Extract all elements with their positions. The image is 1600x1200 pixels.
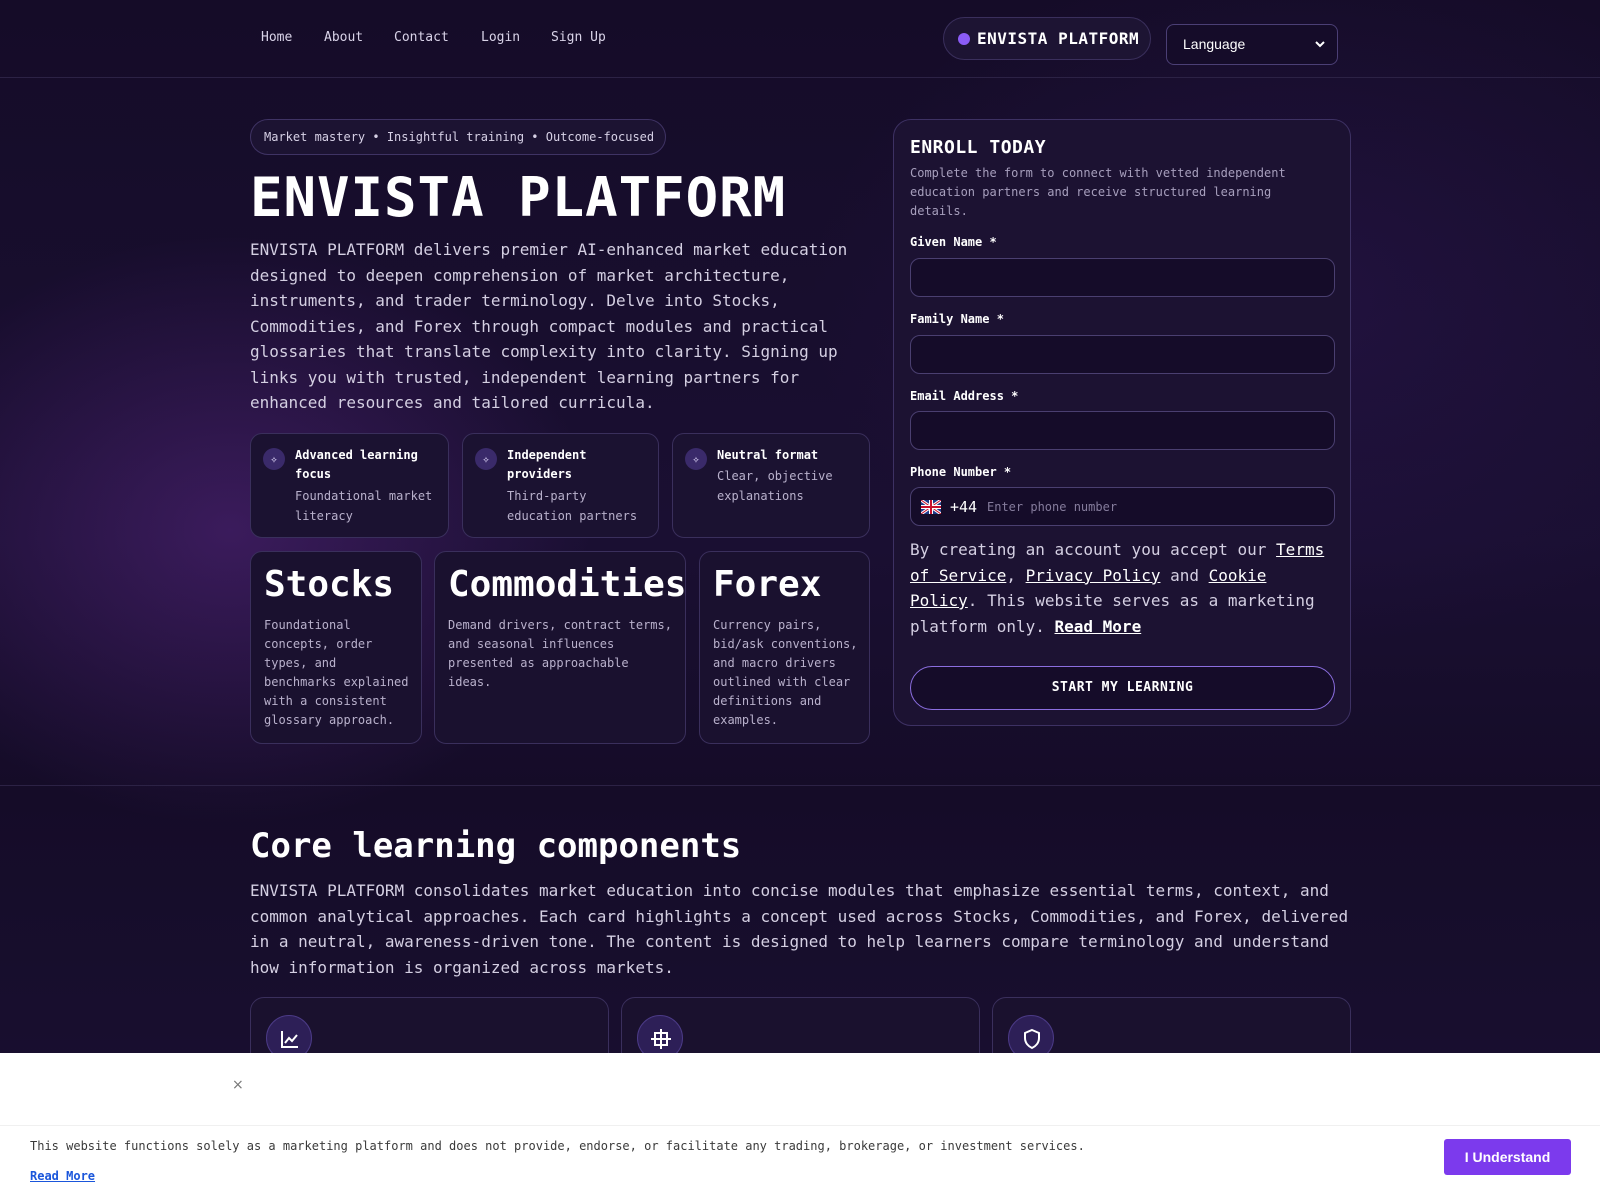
- email-label: Email Address *: [910, 389, 1019, 403]
- market-title: Commodities: [448, 564, 687, 605]
- hero-title: ENVISTA PLATFORM: [250, 166, 787, 229]
- market-card-commodities: Commodities Demand drivers, contract ter…: [434, 551, 686, 744]
- feature-subtitle: Third-party education partners: [507, 489, 638, 523]
- legal-separator: ,: [1006, 565, 1026, 585]
- sparkle-icon: ✧: [263, 448, 285, 470]
- i-understand-button[interactable]: I Understand: [1444, 1139, 1571, 1175]
- market-description: Demand drivers, contract terms, and seas…: [448, 618, 672, 689]
- market-card-forex: Forex Currency pairs, bid/ask convention…: [699, 551, 870, 744]
- market-title: Stocks: [264, 564, 395, 605]
- nav-link-home[interactable]: Home: [261, 30, 292, 45]
- given-name-label: Given Name *: [910, 235, 997, 249]
- feature-title: Independent providers: [507, 448, 587, 481]
- market-description: Currency pairs, bid/ask conventions, and…: [713, 618, 858, 727]
- sparkle-icon: ✧: [685, 448, 707, 470]
- nav-link-sign-up[interactable]: Sign Up: [551, 30, 606, 45]
- brand-name: ENVISTA PLATFORM: [977, 29, 1140, 48]
- chevron-down-icon: [1315, 41, 1325, 48]
- phone-input[interactable]: +44 Enter phone number: [910, 487, 1335, 526]
- sparkle-icon: ✧: [475, 448, 497, 470]
- core-section-description: ENVISTA PLATFORM consolidates market edu…: [250, 881, 1349, 977]
- given-name-input[interactable]: [910, 258, 1335, 297]
- brand-dot-icon: [958, 33, 970, 45]
- top-navigation: Home About Contact Login Sign Up ENVISTA…: [0, 0, 1600, 78]
- feature-card-independent-providers: ✧ Independent providers Third-party educ…: [462, 433, 659, 538]
- legal-consent-text: By creating an account you accept our Te…: [910, 537, 1340, 639]
- cookie-banner: × This website functions solely as a mar…: [0, 1053, 1600, 1200]
- brand-badge[interactable]: ENVISTA PLATFORM: [943, 17, 1151, 60]
- family-name-input[interactable]: [910, 335, 1335, 374]
- feature-title: Neutral format: [717, 448, 819, 462]
- feature-subtitle: Clear, objective explanations: [717, 469, 833, 503]
- read-more-link[interactable]: Read More: [1055, 617, 1142, 636]
- banner-disclaimer: This website functions solely as a marke…: [30, 1139, 1085, 1153]
- language-select-value: Language: [1183, 36, 1246, 52]
- market-description: Foundational concepts, order types, and …: [264, 618, 409, 727]
- nav-link-login[interactable]: Login: [481, 30, 520, 45]
- feature-card-advanced-learning: ✧ Advanced learning focus Foundational m…: [250, 433, 449, 538]
- banner-divider: [0, 1125, 1600, 1126]
- tagline-badge: Market mastery • Insightful training • O…: [250, 119, 666, 155]
- market-title: Forex: [713, 564, 822, 605]
- market-card-stocks: Stocks Foundational concepts, order type…: [250, 551, 422, 744]
- feature-subtitle: Foundational market literacy: [295, 489, 433, 523]
- close-icon[interactable]: ×: [232, 1077, 244, 1093]
- form-description: Complete the form to connect with vetted…: [910, 166, 1286, 218]
- start-learning-button[interactable]: START MY LEARNING: [910, 666, 1335, 710]
- enroll-form: ENROLL TODAY Complete the form to connec…: [893, 119, 1351, 726]
- nav-link-about[interactable]: About: [324, 30, 363, 45]
- legal-prefix: By creating an account you accept our: [910, 540, 1277, 559]
- phone-placeholder: Enter phone number: [987, 500, 1118, 514]
- feature-card-neutral-format: ✧ Neutral format Clear, objective explan…: [672, 433, 870, 538]
- hero-description: ENVISTA PLATFORM delivers premier AI-enh…: [250, 240, 848, 412]
- form-title: ENROLL TODAY: [910, 137, 1047, 158]
- phone-country-code[interactable]: +44: [950, 498, 977, 516]
- uk-flag-icon[interactable]: [921, 500, 941, 514]
- privacy-policy-link[interactable]: Privacy Policy: [1026, 566, 1161, 585]
- nav-link-contact[interactable]: Contact: [394, 30, 449, 45]
- family-name-label: Family Name *: [910, 312, 1004, 326]
- language-select[interactable]: Language: [1166, 24, 1338, 65]
- feature-title: Advanced learning focus: [295, 448, 418, 481]
- legal-separator: and: [1160, 565, 1209, 585]
- phone-label: Phone Number *: [910, 465, 1012, 479]
- email-input[interactable]: [910, 411, 1335, 450]
- core-section-title: Core learning components: [250, 826, 742, 866]
- banner-read-more-link[interactable]: Read More: [30, 1169, 95, 1183]
- section-divider: [0, 785, 1600, 786]
